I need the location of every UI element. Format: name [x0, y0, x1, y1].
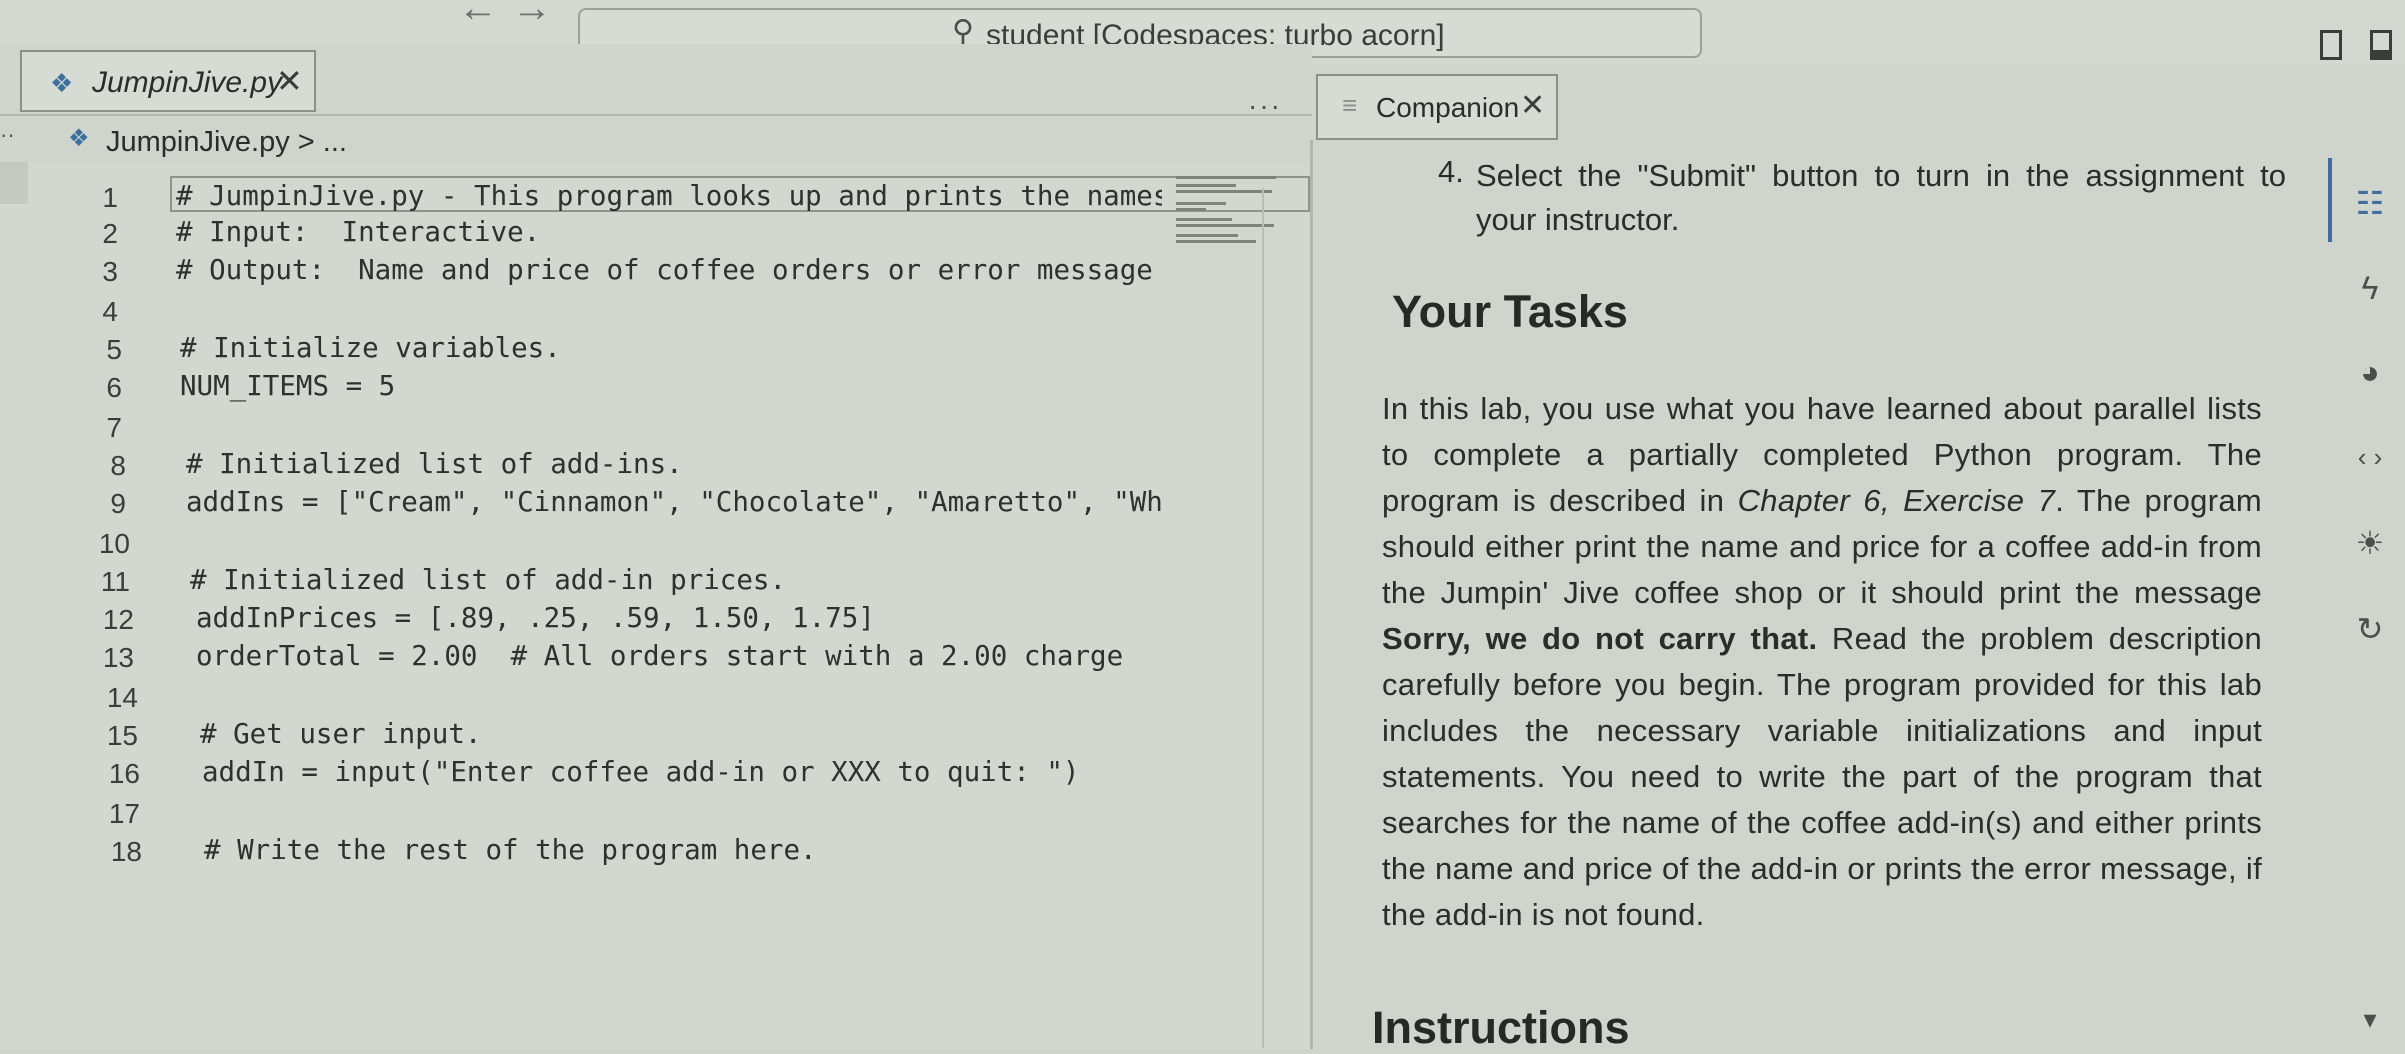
code-line[interactable]: addInPrices = [.89, .25, .59, 1.50, 1.75…	[196, 602, 875, 634]
line-number: 4	[102, 296, 118, 327]
line-number: 1	[102, 182, 118, 213]
instructions-heading: Instructions	[1372, 1002, 1630, 1053]
breadcrumb: ·· ❖ JumpinJive.py > ...	[0, 116, 1312, 162]
line-number: 11	[100, 566, 130, 597]
step-text: Select the "Submit" button to turn in th…	[1476, 158, 2286, 237]
line-number: 12	[102, 604, 134, 635]
code-line[interactable]: # JumpinJive.py - This program looks up …	[176, 180, 1162, 212]
line-number: 8	[110, 450, 126, 481]
python-icon: ❖	[68, 125, 90, 152]
step-number: 4.	[1438, 154, 1464, 189]
list-icon[interactable]: ☷	[2350, 184, 2390, 222]
refresh-icon[interactable]: ↻	[2350, 610, 2390, 648]
gutter-highlight	[0, 162, 28, 204]
code-line[interactable]: # Output: Name and price of coffee order…	[176, 254, 1162, 286]
lightning-icon[interactable]: ϟ	[2350, 270, 2390, 307]
code-line[interactable]: orderTotal = 2.00 # All orders start wit…	[196, 640, 1123, 672]
panel-divider[interactable]	[1310, 140, 1313, 1049]
palette-icon[interactable]: ◕	[2350, 354, 2390, 391]
line-number: 15	[106, 720, 138, 751]
close-icon[interactable]: ✕	[1520, 88, 1545, 123]
tab-title: JumpinJive.py	[92, 66, 283, 99]
line-number: 16	[108, 758, 140, 789]
close-icon[interactable]: ✕	[276, 62, 303, 100]
tasks-paragraph: In this lab, you use what you have learn…	[1382, 391, 2263, 932]
code-icon[interactable]: ‹ ›	[2350, 442, 2390, 473]
chapter-reference: Chapter 6, Exercise 7	[1737, 483, 2056, 518]
minimap[interactable]	[1176, 176, 1286, 246]
code-line[interactable]: # Initialized list of add-ins.	[186, 448, 683, 480]
code-line[interactable]: addIn = input("Enter coffee add-in or XX…	[202, 756, 1080, 788]
your-tasks-heading: Your Tasks	[1392, 286, 1628, 337]
companion-panel: 4. Select the "Submit" button to turn in…	[1316, 140, 2328, 1053]
toggle-panel-icon[interactable]	[2320, 30, 2342, 60]
companion-tab-title: Companion	[1376, 92, 1520, 123]
line-number: 10	[98, 528, 130, 559]
line-number: 13	[102, 642, 134, 673]
active-indicator	[2328, 158, 2332, 242]
scroll-down-icon[interactable]: ▾	[2350, 1004, 2390, 1035]
code-line[interactable]: # Write the rest of the program here.	[204, 834, 817, 866]
code-line[interactable]: # Initialize variables.	[180, 332, 561, 364]
line-number: 3	[102, 256, 118, 287]
python-icon: ❖	[50, 68, 74, 98]
code-editor[interactable]: 1 # JumpinJive.py - This program looks up…	[0, 162, 1312, 1049]
code-line[interactable]: # Input: Interactive.	[176, 216, 540, 248]
line-number: 14	[106, 682, 138, 713]
editor-tab-strip: ❖ JumpinJive.py ✕ ···	[0, 44, 1312, 121]
tab-jumpinjive[interactable]: ❖ JumpinJive.py ✕	[20, 50, 316, 112]
code-line[interactable]: # Initialized list of add-in prices.	[190, 564, 786, 596]
breadcrumb-dots: ··	[0, 122, 15, 147]
error-message-text: Sorry, we do not carry that.	[1382, 621, 1818, 656]
line-number: 2	[102, 218, 118, 249]
tab-companion[interactable]: ≡ Companion ✕	[1316, 74, 1558, 140]
back-arrow-icon[interactable]: ←	[458, 0, 498, 31]
forward-arrow-icon[interactable]: →	[512, 0, 552, 31]
editor-scrollbar[interactable]	[1262, 188, 1264, 1048]
code-line[interactable]: addIns = ["Cream", "Cinnamon", "Chocolat…	[186, 486, 1162, 518]
sun-icon[interactable]: ☀	[2350, 524, 2390, 562]
line-number: 17	[108, 798, 140, 829]
code-line[interactable]: NUM_ITEMS = 5	[180, 370, 395, 402]
line-number: 18	[110, 836, 142, 867]
code-line[interactable]: # Get user input.	[200, 718, 481, 750]
line-number: 7	[106, 412, 122, 443]
right-activity-bar: ☷ ϟ ◕ ‹ › ☀ ↻ ▾	[2328, 64, 2405, 1049]
line-number: 6	[106, 372, 122, 403]
line-number: 5	[106, 334, 122, 365]
toggle-bottom-panel-icon[interactable]	[2370, 30, 2392, 60]
breadcrumb-path[interactable]: JumpinJive.py > ...	[106, 126, 347, 159]
menu-lines-icon: ≡	[1342, 90, 1358, 120]
line-number: 9	[110, 488, 126, 519]
